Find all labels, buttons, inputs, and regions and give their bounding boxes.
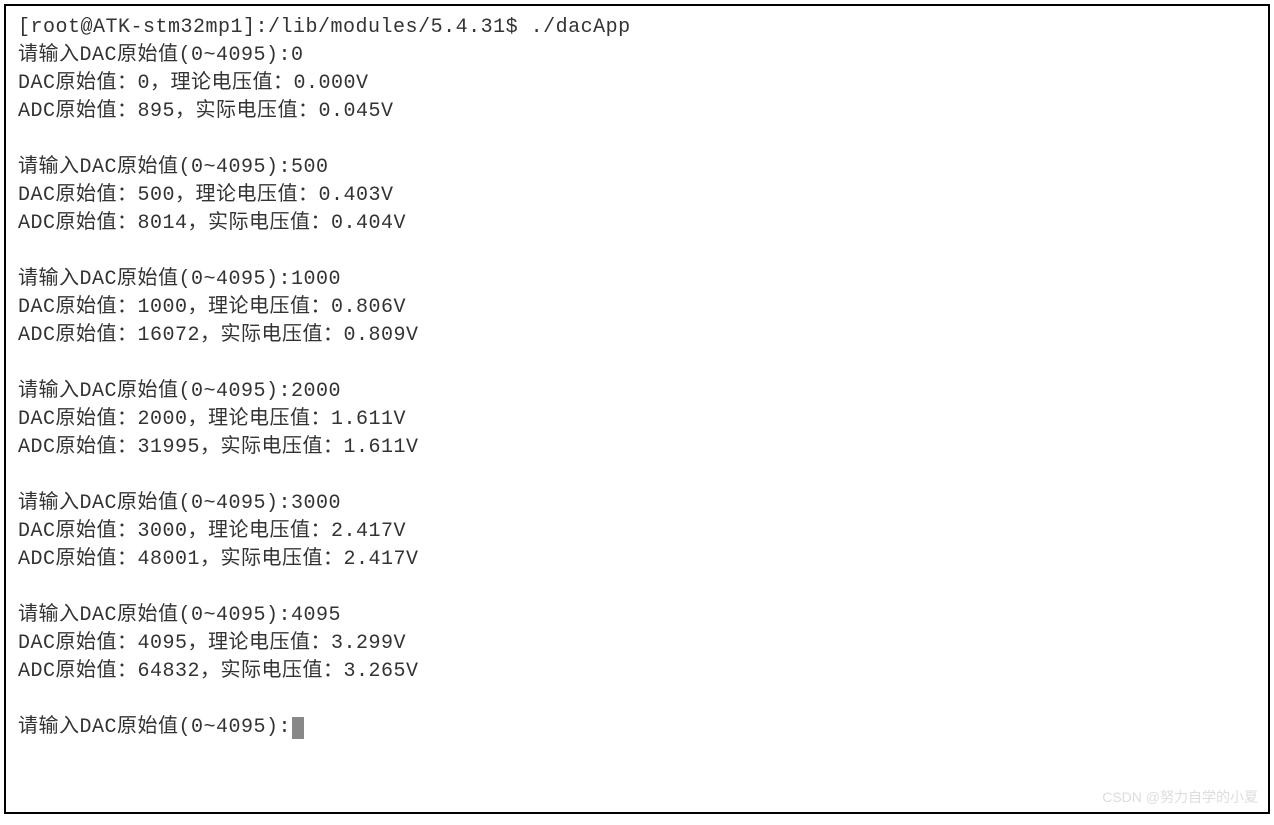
dac-output-line: DAC原始值：4095，理论电压值：3.299V bbox=[18, 630, 1256, 658]
blank-line bbox=[18, 462, 1256, 490]
dac-output-line: DAC原始值：2000，理论电压值：1.611V bbox=[18, 406, 1256, 434]
input-prompt-line: 请输入DAC原始值(0~4095):1000 bbox=[18, 266, 1256, 294]
watermark-text: CSDN @努力自学的小夏 bbox=[1102, 788, 1258, 808]
adc-output-line: ADC原始值：895，实际电压值：0.045V bbox=[18, 98, 1256, 126]
adc-output-line: ADC原始值：64832，实际电压值：3.265V bbox=[18, 658, 1256, 686]
current-input-prompt[interactable]: 请输入DAC原始值(0~4095): bbox=[18, 714, 1256, 742]
input-prompt-line: 请输入DAC原始值(0~4095):4095 bbox=[18, 602, 1256, 630]
cursor-icon bbox=[292, 717, 304, 739]
input-prompt-line: 请输入DAC原始值(0~4095):2000 bbox=[18, 378, 1256, 406]
dac-output-line: DAC原始值：500，理论电压值：0.403V bbox=[18, 182, 1256, 210]
terminal-window: [root@ATK-stm32mp1]:/lib/modules/5.4.31$… bbox=[4, 4, 1270, 814]
final-prompt-text: 请输入DAC原始值(0~4095): bbox=[18, 716, 291, 739]
input-prompt-line: 请输入DAC原始值(0~4095):3000 bbox=[18, 490, 1256, 518]
adc-output-line: ADC原始值：8014，实际电压值：0.404V bbox=[18, 210, 1256, 238]
dac-output-line: DAC原始值：1000，理论电压值：0.806V bbox=[18, 294, 1256, 322]
blank-line bbox=[18, 350, 1256, 378]
blank-line bbox=[18, 238, 1256, 266]
adc-output-line: ADC原始值：31995，实际电压值：1.611V bbox=[18, 434, 1256, 462]
adc-output-line: ADC原始值：48001，实际电压值：2.417V bbox=[18, 546, 1256, 574]
input-prompt-line: 请输入DAC原始值(0~4095):500 bbox=[18, 154, 1256, 182]
dac-output-line: DAC原始值：0，理论电压值：0.000V bbox=[18, 70, 1256, 98]
blank-line bbox=[18, 686, 1256, 714]
adc-output-line: ADC原始值：16072，实际电压值：0.809V bbox=[18, 322, 1256, 350]
blank-line bbox=[18, 574, 1256, 602]
dac-output-line: DAC原始值：3000，理论电压值：2.417V bbox=[18, 518, 1256, 546]
blank-line bbox=[18, 126, 1256, 154]
shell-prompt-line: [root@ATK-stm32mp1]:/lib/modules/5.4.31$… bbox=[18, 14, 1256, 42]
input-prompt-line: 请输入DAC原始值(0~4095):0 bbox=[18, 42, 1256, 70]
